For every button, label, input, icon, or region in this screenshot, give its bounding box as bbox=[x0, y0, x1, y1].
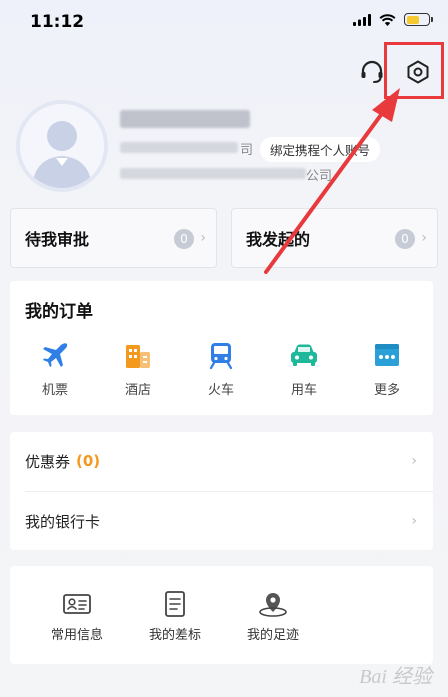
tool-footprint[interactable]: 我的足迹 bbox=[236, 590, 310, 643]
train-icon bbox=[209, 343, 233, 370]
order-label-more: 更多 bbox=[373, 383, 400, 398]
chevron-right-icon: › bbox=[200, 230, 206, 246]
order-item-hotel[interactable]: 酒店 bbox=[108, 339, 168, 398]
coupon-label: 优惠券 bbox=[25, 452, 71, 471]
order-item-flight[interactable]: 机票 bbox=[25, 339, 85, 398]
company-suffix: 公司 bbox=[306, 169, 333, 184]
status-bar: 11:12 bbox=[0, 0, 448, 44]
bank-card-row[interactable]: 我的银行卡 › bbox=[10, 492, 433, 550]
chevron-right-icon: › bbox=[421, 230, 427, 246]
status-icons bbox=[353, 13, 433, 26]
wallet-card: 优惠券 (0) › 我的银行卡 › bbox=[10, 432, 433, 550]
tool-label-footprint: 我的足迹 bbox=[246, 628, 299, 643]
order-label-train: 火车 bbox=[207, 383, 234, 398]
tool-label-common-info: 常用信息 bbox=[50, 628, 103, 643]
user-id-masked bbox=[120, 142, 238, 153]
coupon-count: (0) bbox=[76, 452, 101, 470]
initiated-count: 0 bbox=[395, 229, 415, 249]
status-time: 11:12 bbox=[30, 12, 85, 32]
company-masked bbox=[120, 168, 306, 179]
tool-label-travel-standard: 我的差标 bbox=[148, 628, 201, 643]
order-item-car[interactable]: 用车 bbox=[274, 339, 334, 398]
initiated-label: 我发起的 bbox=[246, 230, 311, 249]
more-icon bbox=[375, 344, 399, 366]
order-grid: 机票 酒店 火车 用车 更多 bbox=[25, 339, 417, 398]
headset-icon bbox=[361, 60, 383, 83]
chevron-right-icon: › bbox=[411, 453, 417, 469]
footprint-icon bbox=[259, 593, 287, 617]
order-label-car: 用车 bbox=[290, 383, 317, 398]
tools-card: 常用信息 我的差标 我的足迹 bbox=[10, 566, 433, 664]
tool-travel-standard[interactable]: 我的差标 bbox=[138, 590, 212, 643]
pending-approval-label: 待我审批 bbox=[25, 230, 90, 249]
battery-icon bbox=[404, 13, 433, 26]
order-item-more[interactable]: 更多 bbox=[357, 339, 417, 398]
pending-approval-count: 0 bbox=[174, 229, 194, 249]
plane-icon bbox=[43, 343, 68, 367]
wifi-icon bbox=[379, 13, 396, 26]
chevron-right-icon: › bbox=[411, 513, 417, 529]
watermark: Bai 经验 bbox=[359, 666, 432, 688]
document-icon bbox=[165, 591, 185, 617]
profile-section: 司 绑定携程个人账号 公司 bbox=[16, 100, 436, 195]
id-card-icon bbox=[63, 594, 91, 614]
order-item-train[interactable]: 火车 bbox=[191, 339, 251, 398]
bind-account-badge[interactable]: 绑定携程个人账号 bbox=[260, 137, 381, 162]
approval-row: 待我审批 0 › 我发起的 0 › bbox=[10, 208, 438, 268]
user-name-masked bbox=[120, 110, 250, 128]
order-label-hotel: 酒店 bbox=[124, 383, 151, 398]
user-id-suffix: 司 bbox=[240, 143, 254, 158]
initiated-card[interactable]: 我发起的 0 › bbox=[231, 208, 438, 268]
avatar[interactable] bbox=[16, 100, 108, 192]
user-avatar-icon bbox=[20, 104, 104, 188]
bank-card-label: 我的银行卡 bbox=[25, 512, 101, 531]
coupon-row[interactable]: 优惠券 (0) › bbox=[10, 432, 433, 490]
settings-highlight-box bbox=[384, 42, 444, 99]
orders-card: 我的订单 机票 酒店 火车 用车 更多 bbox=[10, 281, 433, 415]
tools-grid: 常用信息 我的差标 我的足迹 bbox=[40, 590, 310, 643]
car-icon bbox=[291, 344, 317, 366]
hotel-icon bbox=[126, 345, 150, 368]
tool-common-info[interactable]: 常用信息 bbox=[40, 590, 114, 643]
signal-icon bbox=[353, 13, 371, 26]
order-label-flight: 机票 bbox=[41, 383, 68, 398]
orders-title: 我的订单 bbox=[25, 302, 93, 322]
pending-approval-card[interactable]: 待我审批 0 › bbox=[10, 208, 217, 268]
